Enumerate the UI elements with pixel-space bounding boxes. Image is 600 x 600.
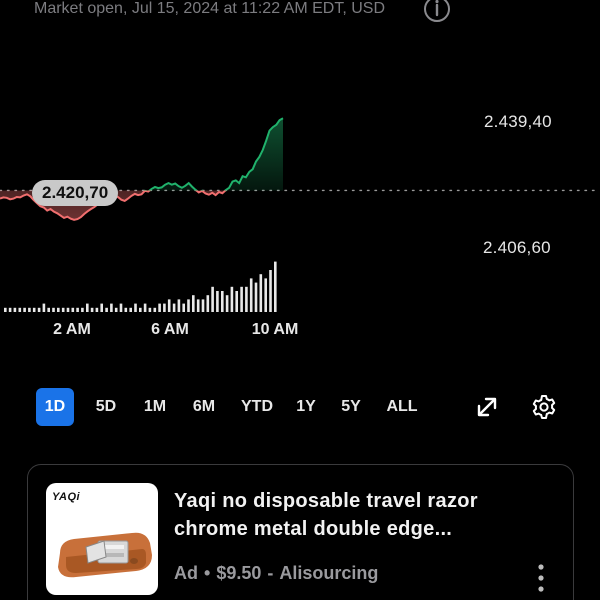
volume-bar	[57, 307, 60, 312]
ad-price: $9.50	[216, 563, 262, 583]
ad-dash: -	[267, 563, 274, 583]
volume-bar	[269, 270, 272, 312]
volume-bar	[61, 307, 65, 312]
volume-bar	[163, 303, 166, 312]
volume-bar	[28, 307, 31, 312]
x-tick-label: 6 AM	[151, 321, 189, 338]
volume-bar	[158, 303, 161, 312]
range-tab-6m[interactable]: 6M	[186, 388, 222, 426]
previous-close-badge: 2.420,70	[32, 180, 119, 206]
volume-bar	[235, 291, 238, 312]
volume-bar	[249, 278, 253, 312]
volume-bar	[100, 303, 103, 312]
volume-bar	[86, 303, 89, 312]
range-tab-1m[interactable]: 1M	[136, 388, 174, 426]
volume-bar	[37, 307, 41, 312]
ad-separator: •	[204, 563, 211, 583]
x-tick-label: 10 AM	[251, 321, 299, 338]
ad-label: Ad	[174, 563, 198, 583]
volume-bar	[221, 291, 224, 312]
market-status-line: Market open, Jul 15, 2024 at 11:22 AM ED…	[34, 0, 385, 22]
ad-title-line-1: Yaqi no disposable travel razor	[174, 490, 478, 512]
ad-title[interactable]: Yaqi no disposable travel razor chrome m…	[174, 487, 514, 543]
ad-title-line-2: chrome metal double edge...	[174, 518, 453, 540]
volume-bar	[76, 307, 79, 312]
volume-bar	[134, 303, 137, 312]
info-icon[interactable]	[422, 0, 452, 24]
market-status-text: Market open, Jul 15, 2024 at 11:22 AM ED…	[34, 0, 385, 17]
volume-bar	[172, 303, 176, 312]
volume-bar	[81, 307, 84, 312]
gear-icon[interactable]	[530, 393, 558, 421]
volume-bar	[23, 307, 26, 312]
expand-icon[interactable]	[474, 394, 500, 420]
volume-bar	[259, 274, 263, 312]
volume-bar	[129, 307, 132, 312]
volume-bar	[153, 307, 157, 312]
volume-bar	[95, 307, 99, 312]
volume-bar	[4, 307, 7, 312]
volume-bar	[148, 307, 152, 312]
volume-bar	[240, 286, 243, 312]
range-selector: 1D 5D 1M 6M YTD 1Y 5Y ALL	[36, 388, 420, 426]
ad-card[interactable]: YAQi Yaqi no disposable travel razor chr…	[27, 464, 574, 600]
volume-bar	[230, 286, 234, 312]
volume-bar	[274, 261, 277, 312]
volume-bar	[8, 307, 12, 312]
y-label-high: 2.439,40	[484, 112, 552, 131]
volume-bar	[110, 303, 113, 312]
volume-bar	[32, 307, 36, 312]
volume-bar	[18, 307, 22, 312]
volume-bar	[47, 307, 50, 312]
volume-bar	[167, 299, 171, 312]
volume-bar	[52, 307, 55, 312]
more-options-icon[interactable]	[532, 561, 550, 595]
volume-bar	[124, 307, 128, 312]
ad-meta: Ad • $9.50 - Alisourcing	[174, 563, 378, 584]
volume-bar	[254, 282, 258, 312]
volume-bar	[13, 307, 17, 312]
volume-bar	[206, 295, 210, 312]
volume-bar	[177, 299, 181, 312]
volume-bar	[105, 307, 108, 312]
volume-bar	[225, 295, 229, 312]
volume-bar	[90, 307, 94, 312]
volume-bar	[196, 299, 200, 312]
volume-bar	[114, 307, 118, 312]
volume-bar	[139, 307, 142, 312]
range-tab-ytd[interactable]: YTD	[236, 388, 278, 426]
volume-bar	[211, 286, 214, 312]
volume-bar	[187, 299, 190, 312]
volume-bar	[42, 303, 46, 312]
volume-bar	[264, 278, 267, 312]
range-tab-all[interactable]: ALL	[384, 388, 420, 426]
volume-bar	[71, 307, 75, 312]
range-tab-1d[interactable]: 1D	[36, 388, 74, 426]
volume-bar	[182, 303, 185, 312]
volume-bar	[245, 286, 248, 312]
volume-bar	[66, 307, 70, 312]
range-tab-1y[interactable]: 1Y	[292, 388, 320, 426]
range-tab-5d[interactable]: 5D	[88, 388, 124, 426]
volume-bar	[192, 295, 195, 312]
y-label-low: 2.406,60	[483, 238, 551, 257]
razor-case-illustration	[58, 532, 152, 578]
volume-bar	[201, 299, 205, 312]
volume-bar	[119, 303, 123, 312]
x-tick-label: 2 AM	[53, 321, 91, 338]
ad-product-image[interactable]: YAQi	[46, 483, 158, 595]
volume-bar	[143, 303, 147, 312]
volume-bar	[216, 291, 219, 312]
ad-seller: Alisourcing	[279, 563, 379, 583]
range-tab-5y[interactable]: 5Y	[336, 388, 366, 426]
